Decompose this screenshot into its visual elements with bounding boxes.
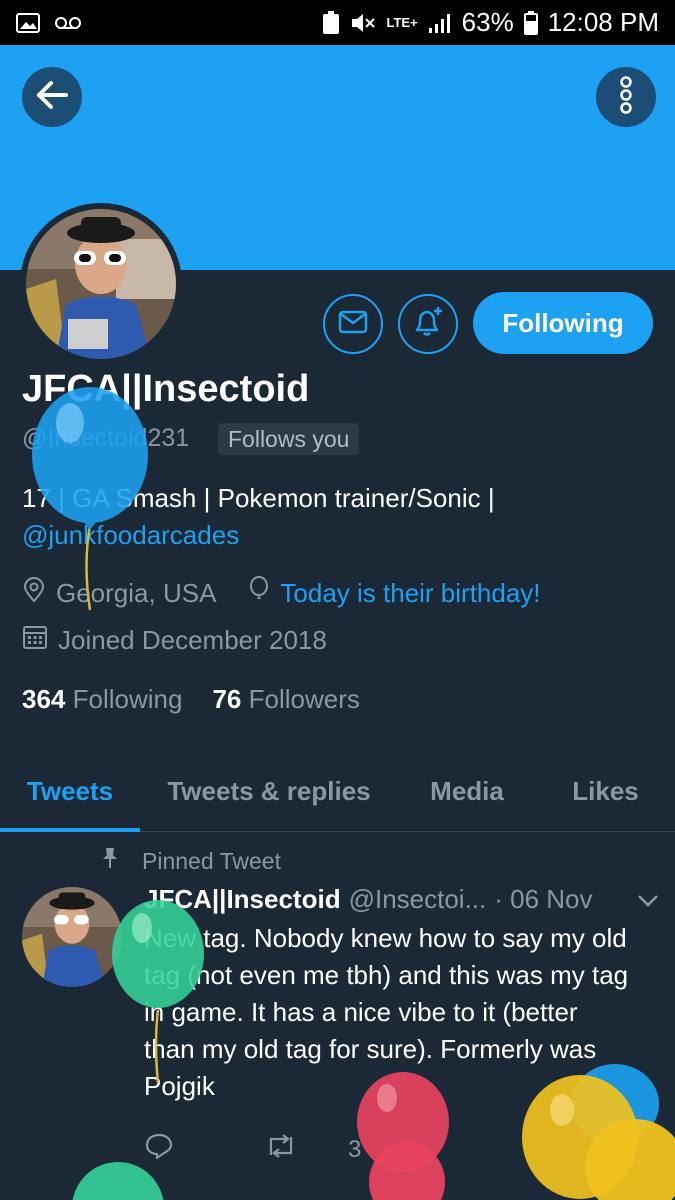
profile-joined-row: Joined December 2018 (22, 624, 327, 657)
more-options-button[interactable] (596, 67, 656, 127)
tweet-date: · 06 Nov (494, 884, 593, 914)
recycle-icon (322, 10, 340, 35)
tab-likes[interactable]: Likes (536, 752, 675, 831)
location-text: Georgia, USA (56, 578, 217, 608)
status-bar: LTE+ 63% 12:08 PM (0, 0, 675, 45)
display-name: JFCA||Insectoid (22, 368, 310, 410)
battery-percent: 63% (461, 7, 514, 37)
signal-icon (428, 12, 452, 34)
voicemail-icon (54, 16, 82, 30)
profile-meta-row: Georgia, USA Today is their birthday! (22, 576, 541, 611)
following-count-link[interactable]: 364 Following (22, 684, 182, 715)
profile-handle: @Insectoid231 (22, 424, 190, 452)
retweet-count: 3 (348, 1135, 362, 1163)
battery-icon (523, 10, 538, 35)
followers-count-link[interactable]: 76 Followers (212, 684, 359, 715)
clock: 12:08 PM (547, 7, 659, 37)
profile-bio: 17 | GA Smash | Pokemon trainer/Sonic | … (22, 480, 642, 554)
more-vertical-icon (619, 75, 633, 119)
following-count: 364 (22, 684, 66, 714)
tab-tweets-replies[interactable]: Tweets & replies (140, 752, 398, 831)
tab-media[interactable]: Media (398, 752, 536, 831)
envelope-icon (338, 310, 368, 339)
pinned-tweet-label: Pinned Tweet (100, 846, 281, 876)
tweet-avatar[interactable] (22, 887, 122, 987)
tweet-author-name[interactable]: JFCA||Insectoid (144, 884, 341, 915)
pin-icon (100, 846, 120, 876)
tab-tweets[interactable]: Tweets (0, 752, 140, 832)
arrow-left-icon (35, 80, 69, 115)
follows-you-badge: Follows you (218, 423, 360, 455)
joined-text: Joined December 2018 (58, 625, 327, 655)
balloon-icon (248, 576, 270, 611)
following-label: Following (72, 684, 183, 714)
chevron-down-icon[interactable] (637, 884, 659, 915)
bell-plus-icon (411, 305, 445, 344)
message-button[interactable] (323, 294, 383, 354)
tweet-author-handle: @Insectoi... (348, 884, 487, 914)
profile-tabs: Tweets Tweets & replies Media Likes (0, 752, 675, 832)
notifications-button[interactable] (398, 294, 458, 354)
retweet-button[interactable]: 3 (264, 1133, 361, 1166)
back-button[interactable] (22, 67, 82, 127)
gallery-icon (16, 12, 40, 33)
mute-icon (350, 11, 376, 35)
followers-count: 76 (212, 684, 242, 714)
lte-indicator: LTE+ (386, 15, 418, 30)
followers-label: Followers (248, 684, 360, 714)
bio-mention-link[interactable]: @junkfoodarcades (22, 517, 642, 554)
location-pin-icon (22, 577, 46, 610)
birthday-text: Today is their birthday! (280, 578, 541, 608)
following-button[interactable]: Following (473, 292, 653, 354)
retweet-icon (264, 1133, 298, 1166)
profile-avatar[interactable] (20, 203, 182, 365)
bio-text: 17 | GA Smash | Pokemon trainer/Sonic | (22, 483, 495, 513)
tweet-actions: 3 (144, 1132, 361, 1167)
tweet-text: New tag. Nobody knew how to say my old t… (144, 923, 629, 1101)
reply-icon[interactable] (144, 1132, 174, 1167)
pinned-tweet-text: Pinned Tweet (142, 847, 281, 874)
tweet-header: JFCA||Insectoid @Insectoi... · 06 Nov (144, 884, 659, 915)
calendar-icon (22, 624, 48, 657)
follow-counts: 364 Following 76 Followers (22, 684, 360, 715)
avatar-image (26, 209, 176, 359)
